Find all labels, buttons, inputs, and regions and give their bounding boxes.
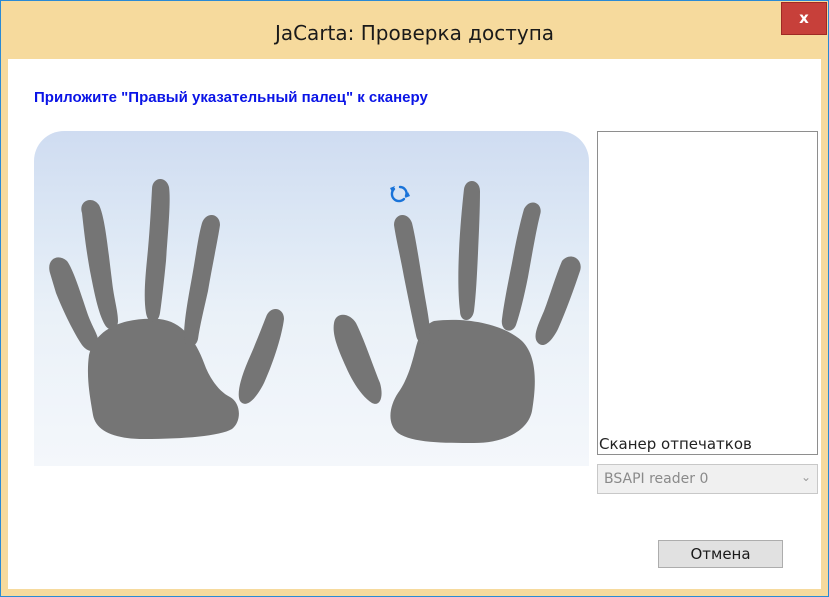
hands-panel	[34, 131, 589, 466]
right-thumb[interactable]	[333, 314, 382, 404]
scanner-selected-value: BSAPI reader 0	[604, 471, 709, 487]
chevron-down-icon: ⌄	[800, 470, 811, 484]
left-middle[interactable]	[144, 178, 170, 322]
left-palm	[87, 318, 239, 439]
instruction-text: Приложите "Правый указательный палец" к …	[34, 89, 428, 106]
close-button[interactable]: x	[781, 2, 827, 35]
right-palm	[390, 319, 535, 443]
refresh-icon	[390, 185, 410, 203]
dialog-window: JaCarta: Проверка доступа x Приложите "П…	[0, 0, 829, 597]
right-ring[interactable]	[501, 202, 541, 331]
title-bar[interactable]: JaCarta: Проверка доступа x	[1, 1, 828, 59]
left-ring[interactable]	[81, 199, 118, 330]
left-thumb[interactable]	[238, 308, 284, 404]
left-index[interactable]	[184, 214, 220, 347]
hands-graphic	[49, 178, 581, 443]
right-middle[interactable]	[458, 180, 480, 320]
dialog-content: Приложите "Правый указательный палец" к …	[8, 59, 821, 589]
right-pinky[interactable]	[535, 256, 581, 346]
cancel-button[interactable]: Отмена	[658, 540, 783, 568]
scanner-label: Сканер отпечатков	[599, 435, 752, 453]
fingerprint-preview	[597, 131, 818, 455]
scanner-select[interactable]: BSAPI reader 0 ⌄	[597, 464, 818, 494]
right-index[interactable]	[394, 214, 430, 344]
window-title: JaCarta: Проверка доступа	[274, 21, 555, 45]
